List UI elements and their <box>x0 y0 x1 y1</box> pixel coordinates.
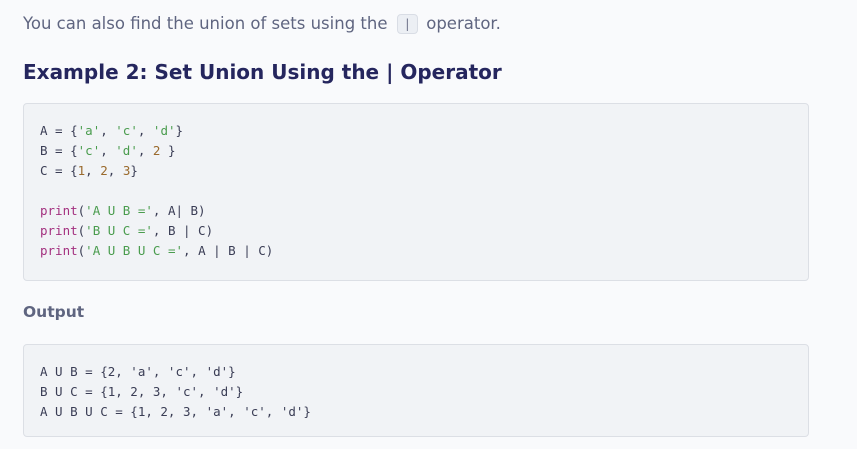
inline-code-operator: | <box>396 14 418 34</box>
output-label: Output <box>23 303 85 321</box>
output-line-1: A U B = {2, 'a', 'c', 'd'} <box>40 364 236 379</box>
code-block[interactable]: A = {'a', 'c', 'd'} B = {'c', 'd', 2 } C… <box>23 103 809 281</box>
output-line-2: B U C = {1, 2, 3, 'c', 'd'} <box>40 384 244 399</box>
code-line-4: print('A U B =', A| B) <box>40 203 206 218</box>
intro-text-after: operator. <box>420 14 501 33</box>
code-line-2: B = {'c', 'd', 2 } <box>40 143 176 158</box>
code-line-1: A = {'a', 'c', 'd'} <box>40 123 184 138</box>
code-line-3: C = {1, 2, 3} <box>40 163 138 178</box>
output-line-3: A U B U C = {1, 2, 3, 'a', 'c', 'd'} <box>40 404 311 419</box>
intro-text-before: You can also find the union of sets usin… <box>23 14 393 33</box>
output-block[interactable]: A U B = {2, 'a', 'c', 'd'} B U C = {1, 2… <box>23 344 809 437</box>
intro-paragraph: You can also find the union of sets usin… <box>23 12 501 36</box>
code-line-5: print('B U C =', B | C) <box>40 223 214 238</box>
code-line-6: print('A U B U C =', A | B | C) <box>40 243 274 258</box>
example-heading: Example 2: Set Union Using the | Operato… <box>23 60 502 84</box>
